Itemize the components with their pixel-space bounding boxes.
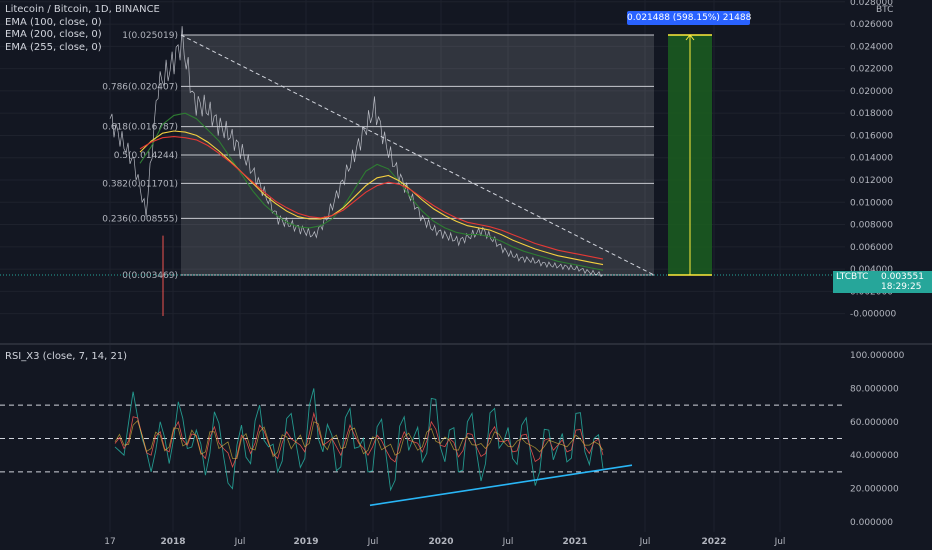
price-tick-label: 0.016000 [850, 131, 893, 141]
time-tick-label: 2019 [293, 537, 318, 547]
price-tick-label: 0.014000 [850, 154, 893, 164]
rsi-tick-label: 60.000000 [850, 418, 899, 428]
price-tick-label: 0.012000 [850, 176, 893, 186]
time-tick-label: 2022 [701, 537, 726, 547]
time-tick-label: 2018 [160, 537, 185, 547]
price-range-measure[interactable] [668, 34, 712, 276]
ema-200-legend[interactable]: EMA (200, close, 0) [5, 29, 160, 42]
time-axis[interactable]: 17 2018 Jul 2019 Jul 2020 Jul 2021 Jul 2022 Jul [104, 537, 785, 547]
rsi-line [114, 388, 604, 492]
fib-level-label: 0(0.003469) [122, 271, 178, 281]
price-tick-label: 0.018000 [850, 109, 893, 119]
last-price-tag: LTCBTC 0.003551 18:29:25 [833, 271, 932, 293]
time-tick-label: Jul [367, 537, 379, 547]
price-tick-label: 0.006000 [850, 243, 893, 253]
chart-legend: Litecoin / Bitcoin, 1D, BINANCE EMA (100… [5, 4, 160, 54]
time-tick-label: Jul [234, 537, 246, 547]
chart-canvas[interactable]: 1(0.025019)0.786(0.020407)0.618(0.016787… [0, 0, 932, 550]
fib-level-label: 0.786(0.020407) [102, 82, 178, 92]
bar-countdown: 18:29:25 [881, 282, 922, 292]
price-tick-label: 0.022000 [850, 65, 893, 75]
rsi-tick-label: 0.000000 [850, 518, 893, 528]
rsi-tick-label: 100.000000 [850, 351, 905, 361]
time-tick-label: 2020 [428, 537, 453, 547]
axis-unit-label: BTC [876, 5, 894, 15]
price-axis[interactable]: 0.0280000.0260000.0240000.0220000.020000… [850, 0, 905, 528]
price-tick-label: 0.020000 [850, 87, 893, 97]
fib-level-label: 0.236(0.008555) [102, 214, 178, 224]
price-tag-value: 0.003551 [881, 272, 924, 282]
rsi-legend[interactable]: RSI_X3 (close, 7, 14, 21) [5, 351, 127, 362]
measure-badge: 0.021488 (598.15%) 21488 [627, 11, 752, 25]
symbol-title[interactable]: Litecoin / Bitcoin, 1D, BINANCE [5, 4, 160, 17]
price-tick-label: 0.008000 [850, 221, 893, 231]
price-tick-label: -0.000000 [850, 310, 896, 320]
rsi-trendline [369, 464, 633, 507]
price-tick-label: 0.026000 [850, 20, 893, 30]
rsi-tick-label: 20.000000 [850, 485, 899, 495]
time-tick-label: 2021 [562, 537, 587, 547]
price-tick-label: 0.024000 [850, 42, 893, 52]
rsi-pane[interactable] [0, 388, 845, 507]
price-tag-symbol: LTCBTC [836, 272, 869, 282]
time-tick-label: Jul [639, 537, 651, 547]
ema-255-legend[interactable]: EMA (255, close, 0) [5, 42, 160, 55]
rsi-line [114, 419, 604, 459]
fib-level-label: 0.5(0.014244) [114, 151, 178, 161]
rsi-tick-label: 40.000000 [850, 451, 899, 461]
time-tick-label: Jul [774, 537, 786, 547]
ema-100-legend[interactable]: EMA (100, close, 0) [5, 17, 160, 30]
price-tick-label: 0.010000 [850, 198, 893, 208]
rsi-tick-label: 80.000000 [850, 384, 899, 394]
time-tick-label: 17 [104, 537, 115, 547]
time-tick-label: Jul [502, 537, 514, 547]
